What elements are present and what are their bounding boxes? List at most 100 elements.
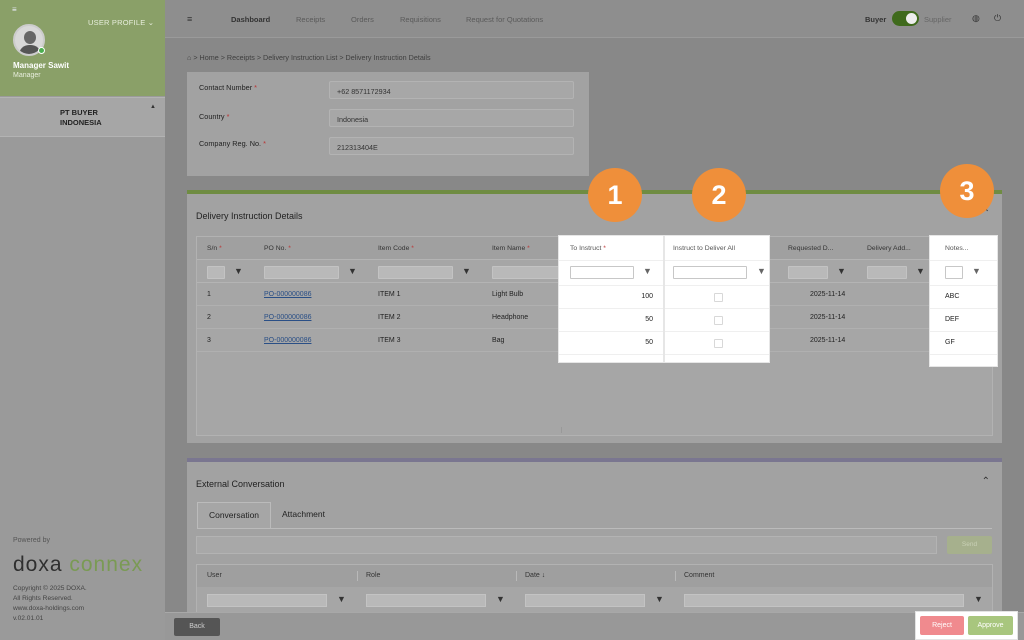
filter-input-deliver-all[interactable] <box>673 266 747 279</box>
filter-input-delivery-address[interactable] <box>867 266 907 279</box>
send-button[interactable]: Send <box>947 536 992 554</box>
cell-item-name: Bag <box>492 337 505 344</box>
company-info-card: Contact Number * +62 8571172934 Country … <box>187 72 589 176</box>
filter-icon[interactable]: ▼ <box>496 594 505 604</box>
notes-cell[interactable]: GF <box>945 339 955 346</box>
buyer-supplier-toggle[interactable] <box>892 11 919 26</box>
filter-input-user[interactable] <box>207 594 327 607</box>
col-date[interactable]: Date ↓ <box>525 572 545 579</box>
filter-icon[interactable]: ▼ <box>974 594 983 604</box>
filter-icon[interactable]: ▼ <box>757 266 766 276</box>
to-instruct-qty[interactable]: 50 <box>645 316 653 323</box>
filter-icon[interactable]: ▼ <box>643 266 652 276</box>
nav-receipts[interactable]: Receipts <box>296 15 325 24</box>
user-name: Manager Sawit <box>13 61 70 70</box>
nav-requisitions[interactable]: Requisitions <box>400 15 441 24</box>
supplier-label: Supplier <box>924 15 952 24</box>
col-user[interactable]: User <box>207 572 222 579</box>
filter-icon[interactable]: ▼ <box>916 266 925 276</box>
breadcrumb: ⌂ > Home > Receipts > Delivery Instructi… <box>187 53 431 62</box>
col-item-code[interactable]: Item Code * <box>378 245 414 252</box>
bottom-action-bar: Back <box>165 612 1024 640</box>
filter-input-item-name[interactable] <box>492 266 562 279</box>
col-item-name[interactable]: Item Name * <box>492 245 530 252</box>
filter-input-date[interactable] <box>525 594 645 607</box>
po-link[interactable]: PO-000000086 <box>264 314 311 321</box>
filter-icon[interactable]: ▼ <box>234 266 243 276</box>
external-conversation-panel: External Conversation ⌃ Conversation Att… <box>187 458 1002 622</box>
col-role[interactable]: Role <box>366 572 380 579</box>
filter-icon[interactable]: ▼ <box>348 266 357 276</box>
filter-input-role[interactable] <box>366 594 486 607</box>
cell-item-name: Headphone <box>492 314 529 321</box>
po-link[interactable]: PO-000000086 <box>264 337 311 344</box>
approve-button[interactable]: Approve <box>968 616 1013 635</box>
company-selector[interactable]: PT BUYER INDONESIA ▲ <box>0 97 165 137</box>
deliver-all-checkbox[interactable] <box>714 316 723 325</box>
tab-attachment[interactable]: Attachment <box>282 502 325 528</box>
filter-input-po[interactable] <box>264 266 339 279</box>
cell-sn: 3 <box>207 337 211 344</box>
column-resize-handle[interactable] <box>561 427 562 433</box>
col-po-no[interactable]: PO No. * <box>264 245 291 252</box>
notes-cell[interactable]: DEF <box>945 316 959 323</box>
nav-rfq[interactable]: Request for Quotations <box>466 15 543 24</box>
filter-input-requested-date[interactable] <box>788 266 828 279</box>
user-profile-toggle[interactable]: USER PROFILE ⌄ <box>88 18 154 27</box>
filter-icon[interactable]: ▼ <box>837 266 846 276</box>
filter-icon[interactable]: ▼ <box>462 266 471 276</box>
version-label: v.02.01.01 <box>13 615 44 622</box>
conversation-grid-header: User Role Date ↓ Comment <box>197 565 992 587</box>
website-link[interactable]: www.doxa-holdings.com <box>13 604 87 614</box>
filter-input-sn[interactable] <box>207 266 225 279</box>
col-to-instruct[interactable]: To Instruct * <box>570 245 606 252</box>
filter-input-comment[interactable] <box>684 594 964 607</box>
cell-item-code: ITEM 1 <box>378 291 401 298</box>
deliver-all-checkbox[interactable] <box>714 339 723 348</box>
nav-dashboard[interactable]: Dashboard <box>231 15 270 24</box>
col-delivery-address[interactable]: Delivery Add... <box>867 245 911 252</box>
filter-icon[interactable]: ▼ <box>972 266 981 276</box>
po-link[interactable]: PO-000000086 <box>264 291 311 298</box>
cell-item-name: Light Bulb <box>492 291 524 298</box>
company-reg-field[interactable]: 212313404E <box>329 137 574 155</box>
col-requested-date[interactable]: Requested D... <box>788 245 833 252</box>
rights-line: All Rights Reserved. <box>13 595 73 602</box>
col-comment[interactable]: Comment <box>684 572 714 579</box>
reject-button[interactable]: Reject <box>920 616 964 635</box>
filter-icon[interactable]: ▼ <box>337 594 346 604</box>
sidebar-footer: Copyright © 2025 DOXA. All Rights Reserv… <box>13 584 87 624</box>
to-instruct-qty[interactable]: 100 <box>641 293 653 300</box>
doxa-connex-logo: doxa connex <box>13 553 144 576</box>
hamburger-icon[interactable]: ≡ <box>12 5 17 14</box>
home-icon[interactable]: ⌂ <box>187 53 191 62</box>
country-field[interactable]: Indonesia <box>329 109 574 127</box>
powered-by-label: Powered by <box>13 537 50 544</box>
sidebar-header: ≡ USER PROFILE ⌄ Manager Sawit Manager <box>0 0 165 96</box>
highlight-action-buttons: Reject Approve <box>916 612 1017 639</box>
notes-cell[interactable]: ABC <box>945 293 959 300</box>
filter-input-item-code[interactable] <box>378 266 453 279</box>
globe-icon[interactable]: ◍ <box>972 13 980 24</box>
to-instruct-qty[interactable]: 50 <box>645 339 653 346</box>
col-notes[interactable]: Notes... <box>945 245 968 252</box>
filter-icon[interactable]: ▼ <box>655 594 664 604</box>
field-label-company-reg: Company Reg. No. * <box>199 139 266 148</box>
contact-number-field[interactable]: +62 8571172934 <box>329 81 574 99</box>
company-name: PT BUYER INDONESIA <box>60 108 102 127</box>
tab-conversation[interactable]: Conversation <box>197 502 271 528</box>
power-icon[interactable]: ⏻ <box>994 13 1001 24</box>
filter-input-to-instruct[interactable] <box>570 266 634 279</box>
col-deliver-all[interactable]: Instruct to Deliver All <box>673 245 735 252</box>
col-sn[interactable]: S/n * <box>207 245 222 252</box>
user-role: Manager <box>13 72 41 79</box>
message-input[interactable] <box>196 536 937 554</box>
cell-sn: 2 <box>207 314 211 321</box>
back-button[interactable]: Back <box>174 618 220 636</box>
collapse-icon[interactable]: ⌃ <box>982 476 990 487</box>
annotation-badge-1: 1 <box>588 168 642 222</box>
nav-orders[interactable]: Orders <box>351 15 374 24</box>
menu-toggle-icon[interactable]: ≡ <box>187 14 192 24</box>
deliver-all-checkbox[interactable] <box>714 293 723 302</box>
filter-input-notes[interactable] <box>945 266 963 279</box>
